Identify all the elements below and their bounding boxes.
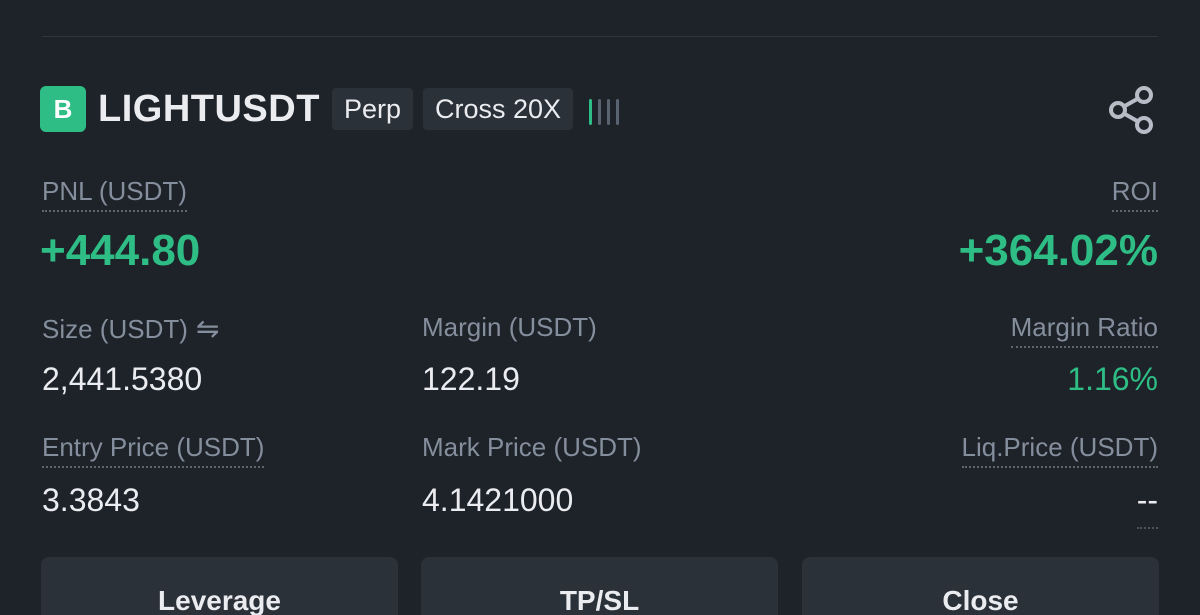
entry-price-value: 3.3843 <box>42 482 140 518</box>
risk-indicator-icon[interactable] <box>589 93 620 125</box>
top-divider <box>42 36 1158 37</box>
position-header: B LIGHTUSDT Perp Cross 20X <box>40 86 620 132</box>
risk-bar <box>589 99 593 125</box>
tpsl-button[interactable]: TP/SL <box>421 557 778 615</box>
margin-ratio-value: 1.16% <box>1067 361 1158 397</box>
roi-value: +364.02% <box>958 226 1158 275</box>
mark-price-label: Mark Price (USDT) <box>422 432 642 462</box>
share-icon[interactable] <box>1106 84 1158 136</box>
size-label: Size (USDT) <box>42 314 188 344</box>
size-label-group: Size (USDT) ⇋ <box>42 312 219 345</box>
margin-mode-leverage-tag[interactable]: Cross 20X <box>422 88 574 130</box>
risk-bar <box>607 99 611 125</box>
size-value: 2,441.5380 <box>42 361 203 397</box>
risk-bar <box>598 99 602 125</box>
pnl-label[interactable]: PNL (USDT) <box>42 176 187 212</box>
swap-arrows-icon[interactable]: ⇋ <box>196 312 219 345</box>
margin-label: Margin (USDT) <box>422 312 597 342</box>
contract-type-tag: Perp <box>331 88 413 130</box>
pnl-value: +444.80 <box>40 226 201 275</box>
leverage-button[interactable]: Leverage <box>41 557 398 615</box>
liq-price-label[interactable]: Liq.Price (USDT) <box>961 432 1158 468</box>
margin-ratio-label[interactable]: Margin Ratio <box>1010 312 1158 348</box>
position-card: B LIGHTUSDT Perp Cross 20X PNL (USDT) +4… <box>0 0 1200 615</box>
entry-price-label[interactable]: Entry Price (USDT) <box>42 432 265 468</box>
side-badge: B <box>40 86 86 132</box>
close-position-button[interactable]: Close <box>802 557 1159 615</box>
roi-label[interactable]: ROI <box>1111 176 1158 212</box>
margin-value: 122.19 <box>422 361 520 397</box>
symbol-title[interactable]: LIGHTUSDT <box>98 88 320 131</box>
liq-price-value: -- <box>1136 482 1158 529</box>
risk-bar <box>616 99 620 125</box>
mark-price-value: 4.1421000 <box>422 482 574 518</box>
